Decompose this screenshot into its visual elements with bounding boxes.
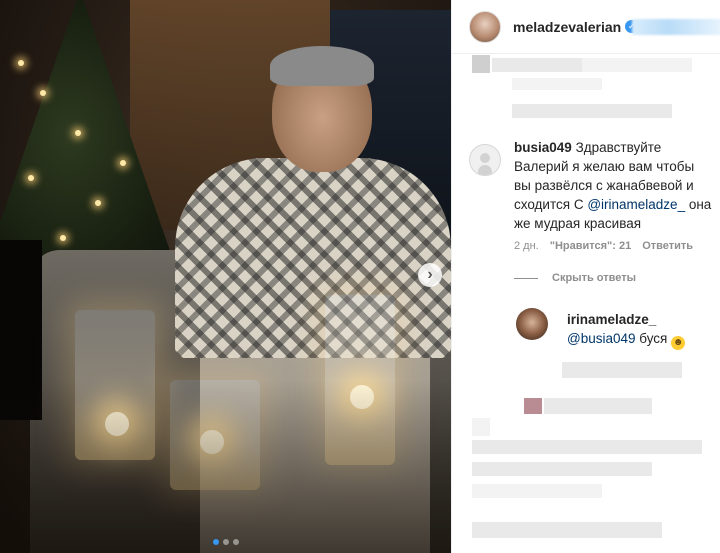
reply-avatar[interactable]	[516, 308, 548, 340]
author-avatar[interactable]	[469, 10, 501, 43]
tree-light	[120, 160, 126, 166]
tree-light	[18, 60, 24, 66]
comment-mention[interactable]: @irinameladze_	[587, 197, 685, 212]
follow-button-blurred[interactable]	[632, 19, 720, 35]
tree-light	[60, 235, 66, 241]
commenter-username[interactable]: busia049	[514, 140, 572, 155]
reply-text-part: буся	[635, 331, 668, 346]
post-header: meladzevalerian ✓	[452, 0, 720, 54]
blurred-content	[512, 104, 672, 118]
divider-line	[514, 277, 538, 279]
blurred-content	[472, 484, 602, 498]
comment-meta: 2 дн. "Нравится": 21 Ответить	[514, 240, 720, 252]
blurred-content	[524, 398, 542, 414]
grinning-face-icon: ☻	[671, 336, 686, 350]
comment-time[interactable]: 2 дн.	[514, 240, 539, 252]
blurred-content	[582, 58, 692, 72]
tree-light	[95, 200, 101, 206]
hide-replies-button[interactable]: Скрыть ответы	[514, 272, 636, 284]
blurred-content	[512, 78, 602, 90]
reply-button[interactable]: Ответить	[642, 240, 693, 252]
foreground-shade	[0, 380, 451, 553]
carousel-dot	[212, 539, 219, 545]
tree-light	[40, 90, 46, 96]
blurred-content	[472, 440, 702, 454]
comment-text: busia049 Здравствуйте Валерий я желаю ва…	[514, 138, 714, 233]
person-sweater	[175, 158, 451, 358]
next-photo-button[interactable]: ›	[418, 263, 442, 287]
hide-replies-label: Скрыть ответы	[552, 272, 636, 284]
author-username[interactable]: meladzevalerian	[513, 19, 621, 35]
comment-likes[interactable]: "Нравится": 21	[550, 240, 631, 252]
carousel-dot	[222, 539, 229, 545]
blurred-content	[492, 58, 582, 72]
tree-light	[75, 130, 81, 136]
blurred-content	[472, 462, 652, 476]
reply-username[interactable]: irinameladze_	[567, 312, 656, 327]
blurred-content	[544, 398, 652, 414]
person-hair	[270, 46, 374, 86]
chevron-right-icon: ›	[427, 266, 433, 283]
blurred-content	[472, 55, 490, 73]
post-photo[interactable]: ›	[0, 0, 451, 553]
reply-mention[interactable]: @busia049	[567, 331, 636, 346]
reply-text: irinameladze_ @busia049 буся ☻	[567, 310, 717, 350]
carousel-dot	[232, 539, 239, 545]
tree-light	[28, 175, 34, 181]
comments-panel: meladzevalerian ✓ busia049 Здравствуйте …	[451, 0, 720, 553]
blurred-content	[472, 522, 662, 538]
carousel-dots	[0, 539, 451, 545]
blurred-content	[562, 362, 682, 378]
blurred-content	[472, 418, 490, 436]
commenter-avatar[interactable]	[469, 144, 501, 176]
